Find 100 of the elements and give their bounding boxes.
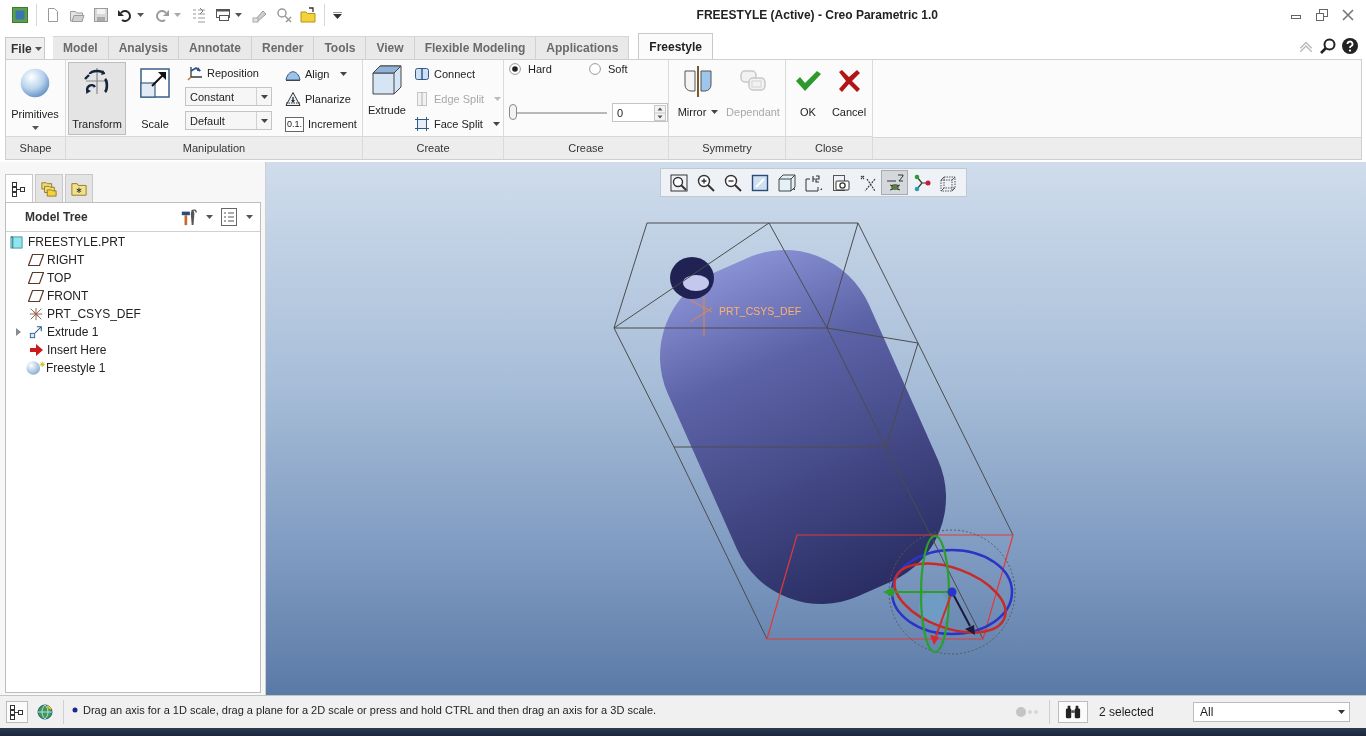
list-arrows-icon[interactable] bbox=[191, 7, 207, 23]
caret-icon bbox=[494, 97, 502, 101]
ribbon-tab[interactable]: Model bbox=[53, 36, 109, 59]
caret-icon bbox=[1338, 710, 1345, 714]
action-button[interactable]: Planarize bbox=[283, 90, 357, 108]
cancel-button[interactable]: Cancel bbox=[830, 60, 868, 136]
tree-item[interactable]: TOP bbox=[6, 269, 260, 287]
ribbon-tab[interactable]: Freestyle bbox=[638, 33, 714, 59]
tree-item[interactable]: RIGHT bbox=[6, 251, 260, 269]
mirror-icon bbox=[682, 65, 714, 97]
ok-button[interactable]: OK bbox=[789, 60, 827, 136]
tools-icon[interactable] bbox=[180, 207, 198, 227]
redo-icon[interactable] bbox=[154, 7, 170, 23]
tree-item[interactable]: Extrude 1 bbox=[6, 323, 260, 341]
tree-toggle-button[interactable] bbox=[6, 701, 28, 723]
radio-option[interactable]: Hard bbox=[509, 63, 569, 75]
tool-button[interactable]: Transform bbox=[68, 62, 126, 135]
csys-label: PRT_CSYS_DEF bbox=[719, 305, 802, 317]
new-file-icon[interactable] bbox=[45, 7, 61, 23]
navigator-tab[interactable] bbox=[5, 174, 33, 202]
restore-icon[interactable] bbox=[1316, 9, 1328, 21]
arrow-icon bbox=[28, 343, 44, 357]
increment-value: 0.1. bbox=[285, 116, 304, 132]
help-icon[interactable] bbox=[1342, 38, 1358, 54]
parallelogram-icon bbox=[28, 289, 44, 303]
repaint-icon bbox=[750, 173, 769, 192]
selection-count: 2 selected bbox=[1099, 705, 1155, 719]
ribbon-tab[interactable]: Applications bbox=[536, 36, 630, 59]
save-icon[interactable] bbox=[93, 7, 109, 23]
caret-icon bbox=[492, 122, 500, 126]
find-button[interactable] bbox=[1058, 701, 1088, 723]
slider-thumb[interactable] bbox=[509, 103, 517, 120]
caret-icon[interactable] bbox=[235, 13, 242, 17]
action-button[interactable]: 0.1. Increment bbox=[283, 115, 357, 133]
face-square-icon bbox=[414, 116, 430, 132]
shaded-cube-icon bbox=[777, 173, 796, 192]
tree-item[interactable]: Freestyle 1 bbox=[6, 359, 260, 377]
windows-icon[interactable] bbox=[215, 7, 231, 23]
dotted-box-icon bbox=[939, 173, 958, 192]
reposition-button[interactable]: Reposition bbox=[185, 64, 273, 82]
ribbon-tab[interactable]: Flexible Modeling bbox=[414, 36, 537, 59]
file-menu-button[interactable]: File bbox=[5, 37, 45, 59]
radio-option[interactable]: Soft bbox=[589, 63, 649, 75]
magnifier-cross-icon[interactable] bbox=[276, 7, 292, 23]
extrude-feature-icon bbox=[28, 325, 44, 339]
filter-dropdown[interactable]: All bbox=[1193, 702, 1350, 722]
undo-icon[interactable] bbox=[117, 7, 133, 23]
connected-dots-icon bbox=[912, 173, 931, 192]
bullet-icon bbox=[72, 707, 78, 713]
cube-icon bbox=[10, 235, 23, 249]
close-icon[interactable] bbox=[1342, 9, 1354, 21]
settings-list-icon[interactable] bbox=[220, 207, 238, 227]
axis-marks-icon bbox=[858, 173, 877, 192]
spinner-arrows-icon[interactable] bbox=[654, 104, 666, 121]
camera-icon bbox=[831, 173, 850, 192]
caret-icon bbox=[711, 110, 719, 114]
ribbon-tab[interactable]: Tools bbox=[314, 36, 367, 59]
tree-item[interactable]: Insert Here bbox=[6, 341, 260, 359]
sphere-asterisk-icon bbox=[26, 360, 46, 376]
scale-icon bbox=[140, 68, 170, 98]
parallelogram-icon bbox=[28, 271, 44, 285]
spinner-field[interactable]: 0 bbox=[612, 103, 668, 122]
tree-item[interactable]: FREESTYLE.PRT bbox=[6, 233, 260, 251]
bug-icon bbox=[885, 173, 904, 192]
browser-toggle-button[interactable] bbox=[34, 701, 56, 723]
tree-structure-icon bbox=[11, 180, 27, 197]
search-icon[interactable] bbox=[1320, 38, 1336, 54]
caret-icon bbox=[34, 47, 42, 51]
tree-structure-icon bbox=[9, 704, 25, 720]
panel-title: Model Tree bbox=[25, 210, 88, 224]
primitives-button[interactable]: Primitives bbox=[7, 60, 63, 136]
ribbon-tab[interactable]: Analysis bbox=[108, 36, 180, 59]
symmetry-button[interactable]: Mirror bbox=[672, 60, 724, 136]
dropdown[interactable]: Constant bbox=[185, 87, 272, 106]
action-button[interactable]: Face Split bbox=[412, 115, 502, 133]
caret-icon bbox=[340, 72, 348, 76]
extrude-button[interactable]: Extrude bbox=[366, 60, 408, 136]
dropdown[interactable]: Default bbox=[185, 111, 272, 130]
folder-icon[interactable] bbox=[300, 7, 316, 23]
tool-button[interactable]: Scale bbox=[130, 62, 180, 135]
action-button[interactable]: Align bbox=[283, 65, 357, 83]
zoom-in-icon bbox=[696, 173, 715, 192]
parallelogram-icon bbox=[28, 253, 44, 267]
ribbon-tab[interactable]: View bbox=[366, 36, 415, 59]
action-button[interactable]: Connect bbox=[412, 65, 502, 83]
caret-icon bbox=[260, 118, 268, 123]
window-title: FREESTYLE (Active) - Creo Parametric 1.0 bbox=[696, 8, 938, 22]
checkmark-icon bbox=[795, 70, 821, 92]
ribbon-tab[interactable]: Annotate bbox=[179, 36, 253, 59]
busy-lamp-icon bbox=[1015, 706, 1041, 718]
customize-caret-icon[interactable] bbox=[333, 11, 342, 19]
tree-item[interactable]: FRONT bbox=[6, 287, 260, 305]
ribbon-tab[interactable]: Render bbox=[252, 36, 315, 59]
expander-icon[interactable] bbox=[14, 328, 22, 336]
caret-icon[interactable] bbox=[246, 215, 253, 219]
caret-icon[interactable] bbox=[137, 13, 144, 17]
caret-icon[interactable] bbox=[206, 215, 213, 219]
capsule-model-with-gizmo-drawing[interactable] bbox=[613, 220, 1016, 655]
tree-item[interactable]: PRT_CSYS_DEF bbox=[6, 305, 260, 323]
edge-bar-icon bbox=[414, 91, 430, 107]
